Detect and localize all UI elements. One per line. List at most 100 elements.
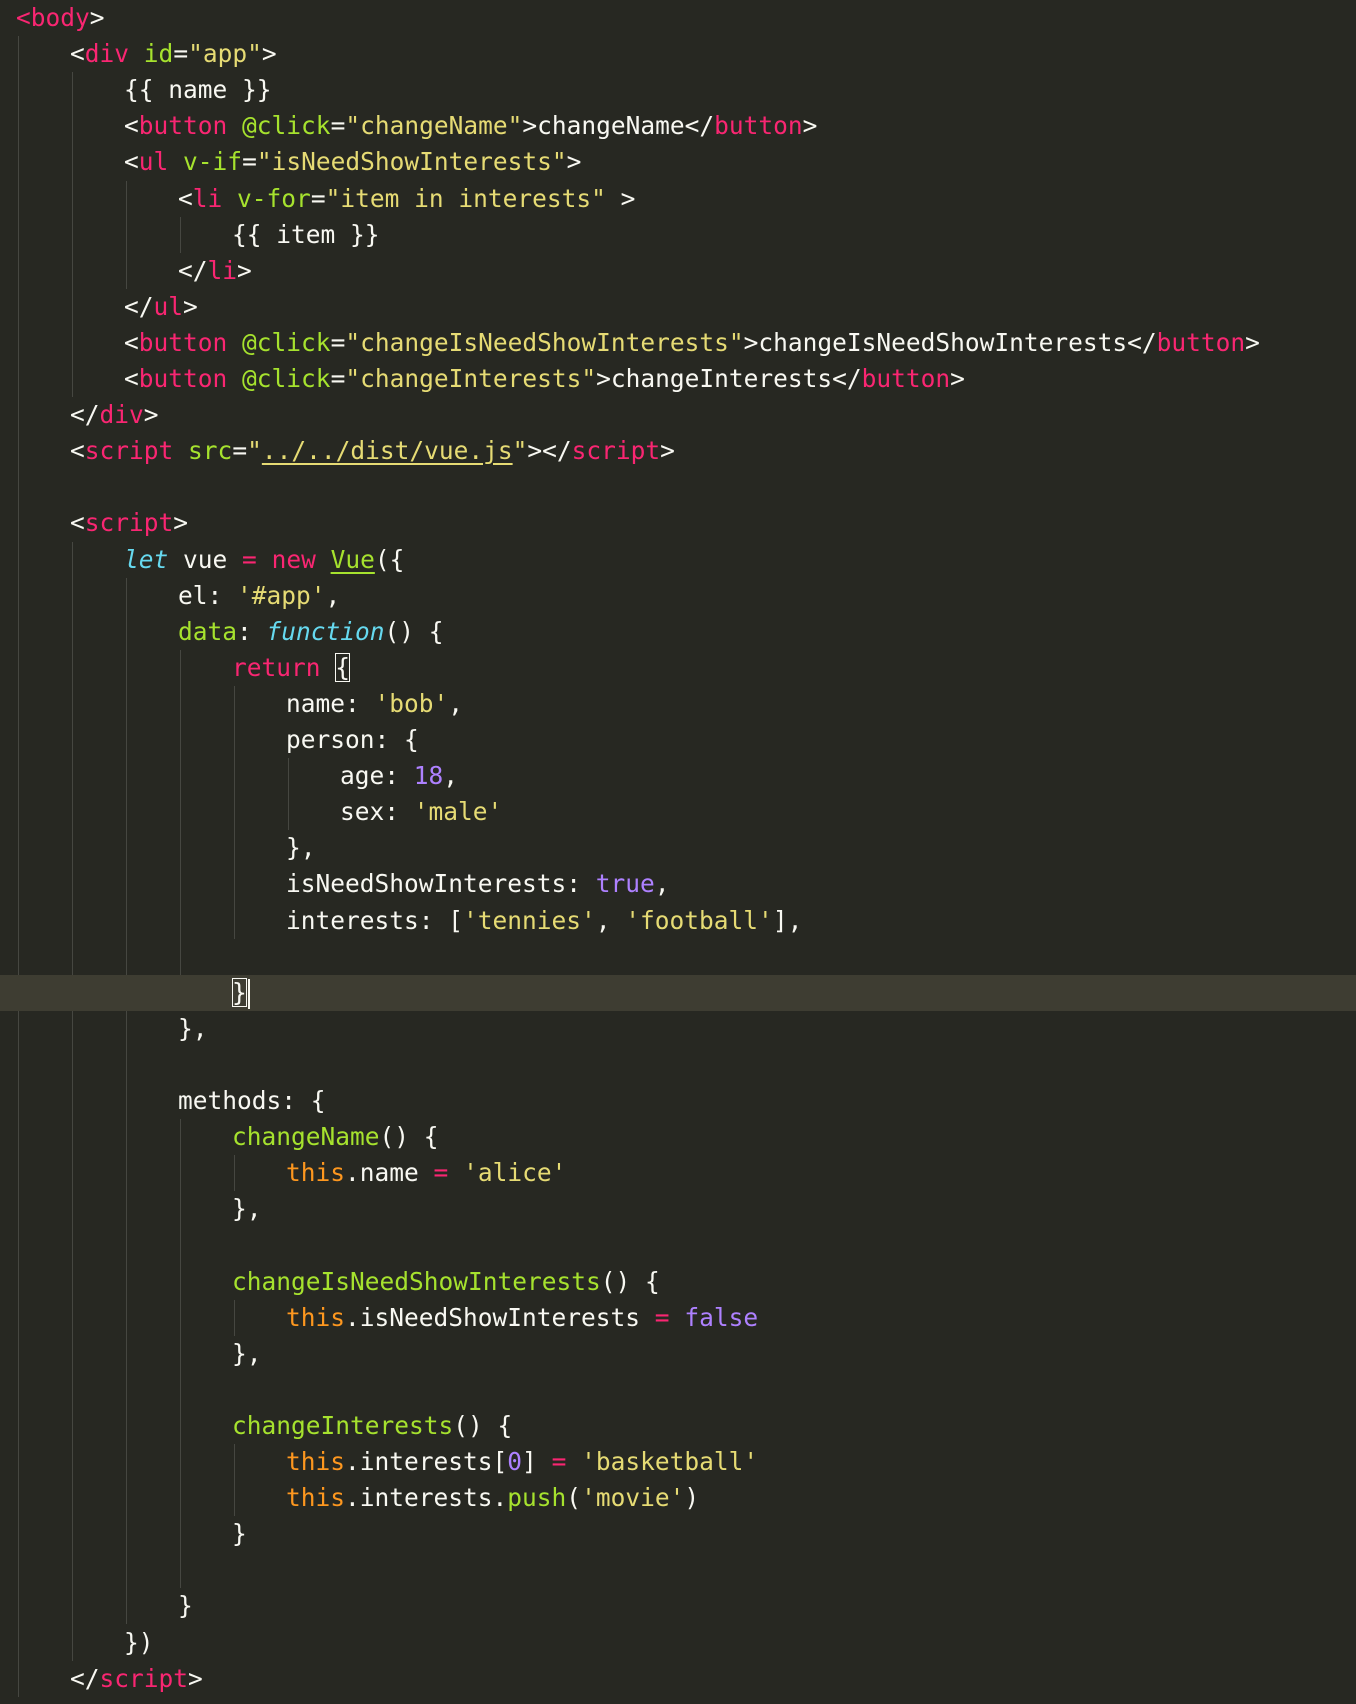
code-token: 'bob' [374,688,449,718]
code-token: > [105,1700,120,1704]
code-line: <body> [0,0,1356,36]
code-token: () { [379,1122,439,1152]
code-token: }, [232,1338,262,1368]
code-token: ) [684,1483,700,1513]
code-token: {{ name }} [124,75,272,105]
code-token: .isNeedShowInterests [345,1302,655,1332]
code-token: > [605,183,636,213]
text-caret [247,978,250,1009]
code-line: <button @click="changeIsNeedShowInterest… [0,325,1356,361]
code-token: , [443,761,459,791]
code-token: button [138,364,228,393]
code-token: el: [178,580,238,610]
code-token: , [654,869,670,899]
code-line: </ul> [0,289,1356,325]
code-token: "app" [188,39,262,69]
code-token: > [1245,327,1260,357]
code-token: Vue [330,544,375,574]
code-token: v-for [237,183,311,213]
code-line: this.name = 'alice' [0,1155,1356,1191]
code-token: < [124,327,139,357]
code-token: < [70,508,85,538]
code-token: div [99,400,144,430]
code-token: () { [453,1410,513,1440]
code-token: button [1156,327,1246,357]
code-token: methods: { [178,1086,326,1115]
code-token: >changeName</ [522,111,715,141]
code-token: button [138,327,228,357]
code-token: >changeIsNeedShowInterests</ [743,327,1157,357]
code-token: .name [345,1158,434,1188]
code-line: <button @click="changeInterests">changeI… [0,361,1356,397]
code-token: changeInterests [232,1410,454,1440]
code-token: push [507,1483,567,1513]
code-token: person: { [286,725,419,754]
code-token: = [330,111,346,141]
code-line: el: '#app', [0,578,1356,614]
code-line: </script> [0,1661,1356,1697]
code-token: 'tennies' [463,905,596,935]
code-line: <button @click="changeName">changeName</… [0,108,1356,144]
code-token: true [595,869,655,899]
code-token: @click [242,327,331,357]
code-token: , [595,905,626,935]
code-token: </ [70,1663,100,1693]
code-line: methods: { [0,1083,1356,1119]
code-token: script [84,508,174,538]
code-token: > [566,147,582,177]
code-token: changeIsNeedShowInterests [232,1266,601,1296]
code-line: }, [0,1336,1356,1372]
code-token: ], [772,905,803,935]
code-token: "isNeedShowInterests" [256,147,567,177]
code-token: script [99,1663,189,1693]
code-token: </ [16,1700,46,1704]
code-token: script [571,436,661,466]
code-editor[interactable]: <body> <div id="app">{{ name }} <button @c… [0,0,1356,1704]
code-token: < [124,147,139,177]
code-token: age: [340,761,414,791]
code-line: changeIsNeedShowInterests() { [0,1264,1356,1300]
code-token: ></ [527,436,572,466]
code-token: 18 [413,761,444,791]
code-token: >changeInterests</ [596,364,862,393]
code-line: changeName() { [0,1119,1356,1155]
code-token: isNeedShowInterests: [286,869,596,899]
code-line: } [0,974,1356,1011]
code-token: { [335,652,351,682]
code-line: }, [0,1191,1356,1227]
code-line: </body> [0,1697,1356,1704]
code-line: <script src="../../dist/vue.js"></script… [0,433,1356,469]
code-token: interests: [ [286,905,464,935]
code-line: {{ item }} [0,217,1356,253]
code-token: > [950,364,965,393]
code-line: sex: 'male' [0,794,1356,830]
code-token: = [310,183,326,213]
code-token: false [684,1302,759,1332]
code-token: = [232,436,248,466]
code-line: }, [0,830,1356,866]
code-token: ul [138,147,169,177]
code-token: , [448,688,464,718]
code-token: < [124,111,139,141]
code-token: } [232,1519,247,1549]
code-token: }, [286,833,316,863]
code-token: : [237,616,267,646]
code-line: return { [0,650,1356,686]
code-token: body [46,1700,105,1704]
code-token: button [714,111,803,141]
code-token: 'movie' [581,1483,685,1513]
code-line: } [0,1588,1356,1624]
code-token: > [173,508,189,538]
code-token: "item in interests" [325,183,606,213]
code-token: = [330,327,346,357]
code-line: this.interests[0] = 'basketball' [0,1444,1356,1480]
code-line: </div> [0,397,1356,433]
code-token: = [330,364,346,393]
code-token: > [802,111,818,141]
